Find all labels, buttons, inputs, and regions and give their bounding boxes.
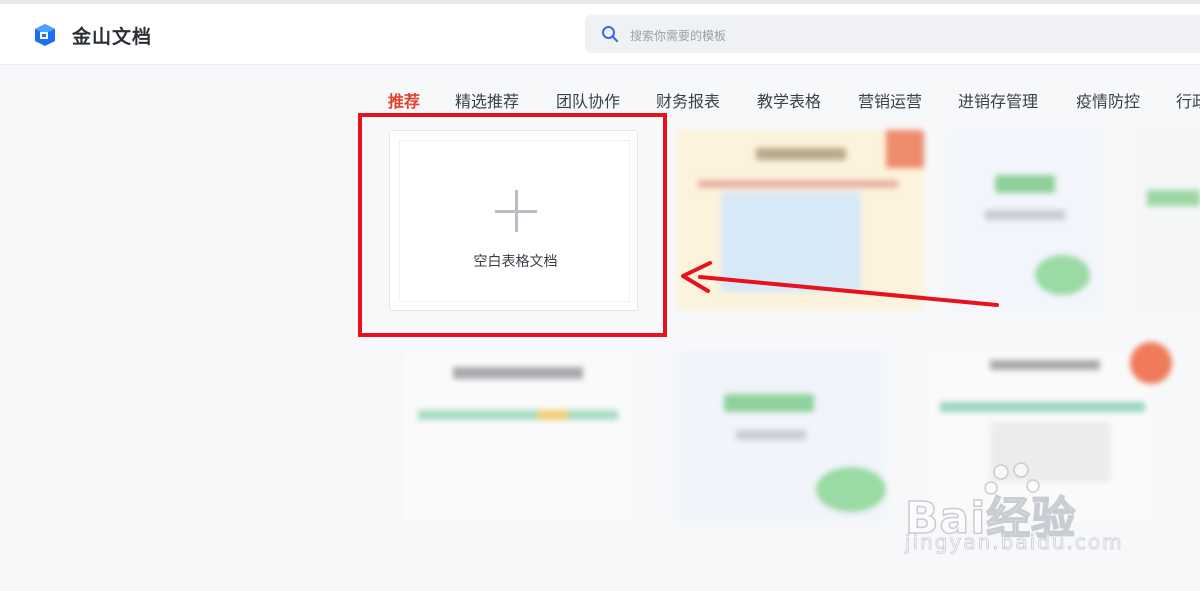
app-header: 金山文档 搜索你需要的模板 <box>0 4 1200 65</box>
tab-finance-reports[interactable]: 财务报表 <box>656 88 720 112</box>
kingsoft-docs-logo-icon[interactable] <box>33 23 57 47</box>
template-search-box[interactable]: 搜索你需要的模板 <box>585 15 1200 53</box>
tab-teaching-tables[interactable]: 教学表格 <box>757 88 821 112</box>
annotation-highlight-box <box>358 113 667 337</box>
tab-epidemic-prevention[interactable]: 疫情防控 <box>1076 88 1140 112</box>
tab-administration[interactable]: 行政 <box>1176 88 1200 112</box>
template-card[interactable] <box>403 352 631 522</box>
search-icon <box>602 26 619 43</box>
annotation-arrow-icon <box>681 261 999 307</box>
watermark-url: jingyan.baidu.com <box>905 530 1124 555</box>
tab-team-collaboration[interactable]: 团队协作 <box>556 88 620 112</box>
tab-marketing-operations[interactable]: 营销运营 <box>858 88 922 112</box>
template-card[interactable] <box>676 352 886 522</box>
tab-inventory-management[interactable]: 进销存管理 <box>958 88 1038 112</box>
search-input[interactable]: 搜索你需要的模板 <box>630 27 726 44</box>
brand-name[interactable]: 金山文档 <box>72 22 152 49</box>
tab-featured[interactable]: 精选推荐 <box>455 88 519 112</box>
template-card[interactable] <box>1135 130 1200 310</box>
tab-recommend[interactable]: 推荐 <box>388 88 420 112</box>
